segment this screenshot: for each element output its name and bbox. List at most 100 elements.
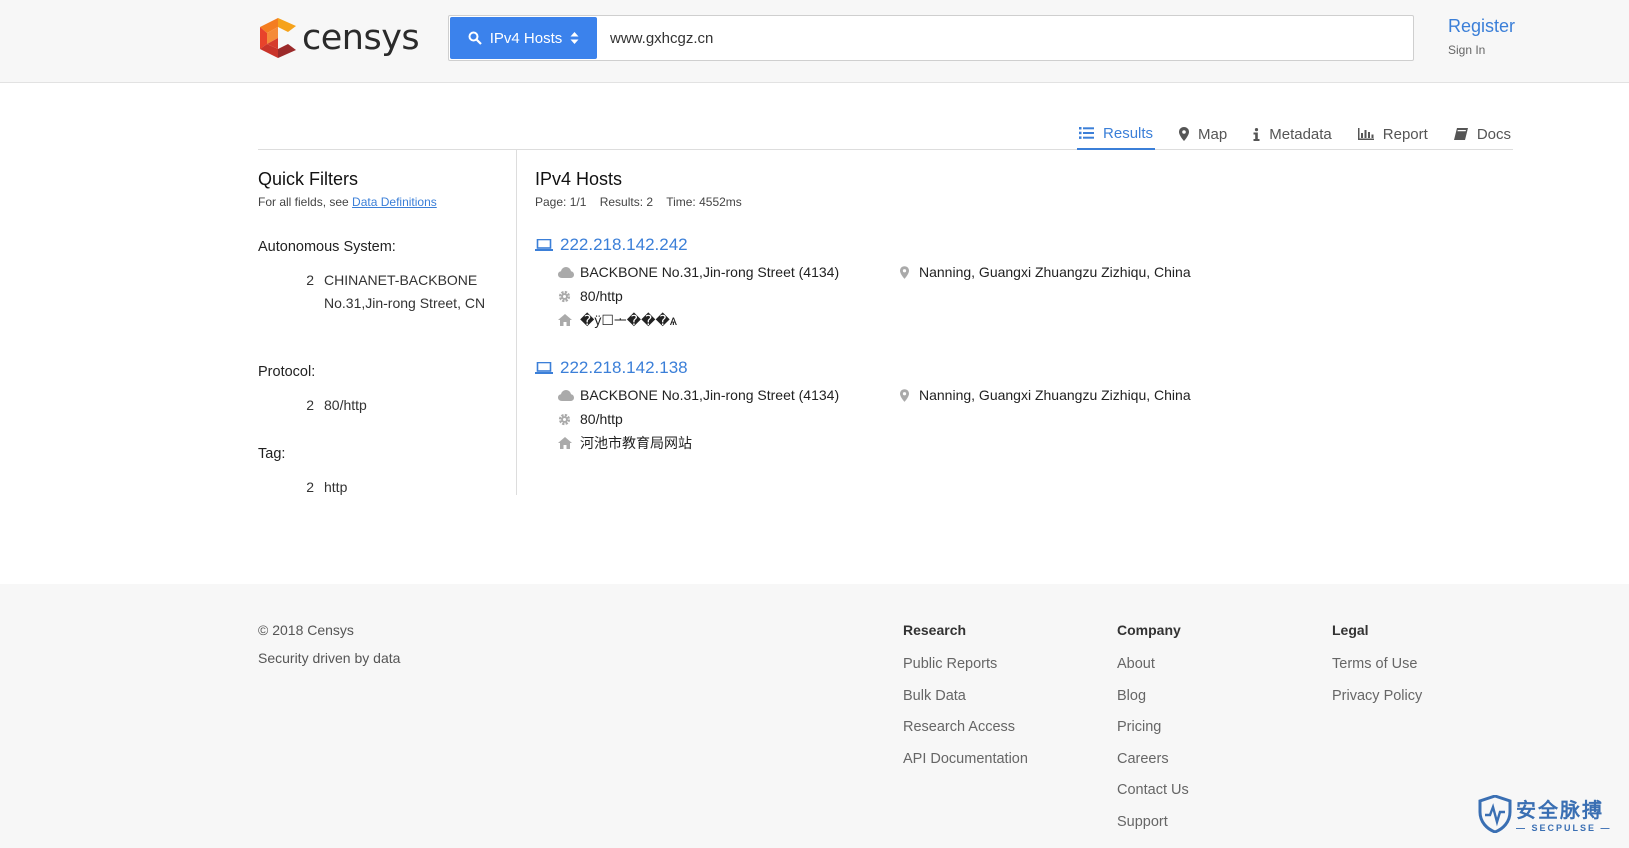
results-count: Results: 2 — [599, 195, 654, 209]
footer-col-title: Legal — [1332, 622, 1369, 638]
censys-logo[interactable]: censys — [258, 16, 420, 60]
footer-link-api-docs[interactable]: API Documentation — [903, 744, 1028, 776]
search-input[interactable] — [598, 16, 1413, 60]
filter-item-as[interactable]: 2 CHINANET-BACKBONE No.31,Jin-rong Stree… — [258, 269, 494, 315]
host-ip-link[interactable]: 222.218.142.138 — [535, 358, 1435, 378]
results-title: IPv4 Hosts — [535, 169, 623, 189]
host-as-line: BACKBONE No.31,Jin-rong Street (4134) Na… — [558, 383, 1435, 407]
results-page: Page: 1/1 — [535, 195, 587, 209]
censys-logo-icon — [260, 18, 296, 58]
results-time: Time: 4552ms — [666, 195, 742, 209]
sort-caret-icon — [570, 32, 579, 44]
host-result: 222.218.142.138 BACKBONE No.31,Jin-rong … — [535, 358, 1435, 455]
footer-link-about[interactable]: About — [1117, 649, 1189, 681]
footer-link-bulk-data[interactable]: Bulk Data — [903, 681, 1028, 713]
tab-results[interactable]: Results — [1077, 118, 1156, 150]
register-link[interactable]: Register — [1448, 16, 1515, 37]
footer-link-public-reports[interactable]: Public Reports — [903, 649, 1028, 681]
filter-value: 80/http — [324, 397, 367, 413]
tab-docs-label: Docs — [1476, 125, 1511, 143]
quick-filters-subtitle: For all fields, see Data Definitions — [258, 195, 437, 209]
filter-item-protocol[interactable]: 2 80/http — [258, 394, 494, 417]
shield-icon — [1478, 794, 1512, 833]
tab-report[interactable]: Report — [1356, 118, 1430, 150]
results-meta: Page: 1/1 Results: 2 Time: 4552ms — [535, 195, 752, 209]
bar-chart-icon — [1357, 128, 1374, 140]
footer-col-title: Company — [1117, 622, 1181, 638]
filter-count: 2 — [306, 479, 314, 495]
host-protocol[interactable]: 80/http — [580, 411, 623, 427]
data-definitions-link[interactable]: Data Definitions — [352, 195, 437, 209]
footer-col-legal: Legal Terms of Use Privacy Policy — [1332, 622, 1422, 712]
gear-icon — [558, 290, 571, 302]
host-page-title: �ÿ☐ᅩ���ѧ — [580, 312, 677, 328]
auth-links: Register Sign In — [1448, 16, 1515, 57]
logo-text: censys — [302, 18, 420, 58]
footer-link-pricing[interactable]: Pricing — [1117, 712, 1189, 744]
footer-link-support[interactable]: Support — [1117, 807, 1189, 839]
laptop-icon — [535, 239, 553, 251]
tab-docs[interactable]: Docs — [1452, 118, 1513, 150]
filter-value: CHINANET-BACKBONE No.31,Jin-rong Street,… — [324, 272, 486, 311]
cloud-icon — [558, 389, 574, 401]
host-result: 222.218.142.242 BACKBONE No.31,Jin-rong … — [535, 235, 1435, 332]
footer-col-title: Research — [903, 622, 967, 638]
search-icon — [468, 31, 482, 45]
map-marker-icon — [1179, 127, 1190, 141]
quick-filters-sidebar: Quick Filters For all fields, see Data D… — [258, 150, 517, 495]
footer-col-research: Research Public Reports Bulk Data Resear… — [903, 622, 1028, 775]
footer-link-terms[interactable]: Terms of Use — [1332, 649, 1422, 681]
filter-label-as: Autonomous System: — [258, 239, 396, 255]
list-icon — [1079, 127, 1095, 139]
host-ip-link[interactable]: 222.218.142.242 — [535, 235, 1435, 255]
watermark-en: — SECPULSE — — [1516, 823, 1612, 833]
tab-metadata-label: Metadata — [1269, 125, 1332, 143]
tab-map-label: Map — [1198, 125, 1228, 143]
host-location: Nanning, Guangxi Zhuangzu Zizhiqu, China — [900, 387, 1191, 403]
host-protocol-line: 80/http — [558, 407, 1435, 431]
search-type-dropdown[interactable]: IPv4 Hosts — [450, 17, 597, 59]
tab-map[interactable]: Map — [1177, 118, 1229, 150]
gear-icon — [558, 413, 571, 425]
map-marker-icon — [900, 388, 909, 402]
footer-link-contact[interactable]: Contact Us — [1117, 775, 1189, 807]
filter-label-tag: Tag: — [258, 446, 286, 462]
search-type-label: IPv4 Hosts — [489, 29, 563, 47]
host-title-line: 河池市教育局网站 — [558, 431, 1435, 455]
footer-col-company: Company About Blog Pricing Careers Conta… — [1117, 622, 1189, 838]
home-icon — [558, 437, 572, 449]
filter-count: 2 — [306, 272, 314, 288]
sign-in-link[interactable]: Sign In — [1448, 43, 1515, 57]
host-as[interactable]: BACKBONE No.31,Jin-rong Street (4134) — [580, 387, 880, 403]
host-location: Nanning, Guangxi Zhuangzu Zizhiqu, China — [900, 264, 1191, 280]
footer-link-careers[interactable]: Careers — [1117, 744, 1189, 776]
laptop-icon — [535, 362, 553, 374]
filter-count: 2 — [306, 397, 314, 413]
host-title-line: �ÿ☐ᅩ���ѧ — [558, 308, 1435, 332]
copyright: © 2018 Censys — [258, 622, 354, 638]
filter-value: http — [324, 479, 348, 495]
tab-report-label: Report — [1382, 125, 1428, 143]
host-as[interactable]: BACKBONE No.31,Jin-rong Street (4134) — [580, 264, 880, 280]
tagline: Security driven by data — [258, 650, 401, 666]
cloud-icon — [558, 266, 574, 278]
info-icon — [1253, 127, 1260, 141]
tab-results-label: Results — [1103, 124, 1154, 142]
footer-link-research-access[interactable]: Research Access — [903, 712, 1028, 744]
host-protocol[interactable]: 80/http — [580, 288, 623, 304]
result-tabs: Results Map Metadata Report Docs — [258, 118, 1513, 150]
secpulse-watermark: 安全脉搏 — SECPULSE — — [1478, 794, 1612, 833]
host-page-title: 河池市教育局网站 — [580, 435, 692, 451]
quick-filters-title: Quick Filters — [258, 169, 359, 189]
host-as-line: BACKBONE No.31,Jin-rong Street (4134) Na… — [558, 260, 1435, 284]
map-marker-icon — [900, 265, 909, 279]
filter-item-tag[interactable]: 2 http — [258, 476, 494, 499]
footer-link-blog[interactable]: Blog — [1117, 681, 1189, 713]
book-icon — [1453, 127, 1468, 140]
tab-metadata[interactable]: Metadata — [1251, 118, 1334, 150]
host-protocol-line: 80/http — [558, 284, 1435, 308]
watermark-cn: 安全脉搏 — [1516, 800, 1604, 822]
top-header: censys IPv4 Hosts Register Sign In — [0, 0, 1629, 83]
footer-link-privacy[interactable]: Privacy Policy — [1332, 681, 1422, 713]
search-bar: IPv4 Hosts — [448, 15, 1414, 61]
